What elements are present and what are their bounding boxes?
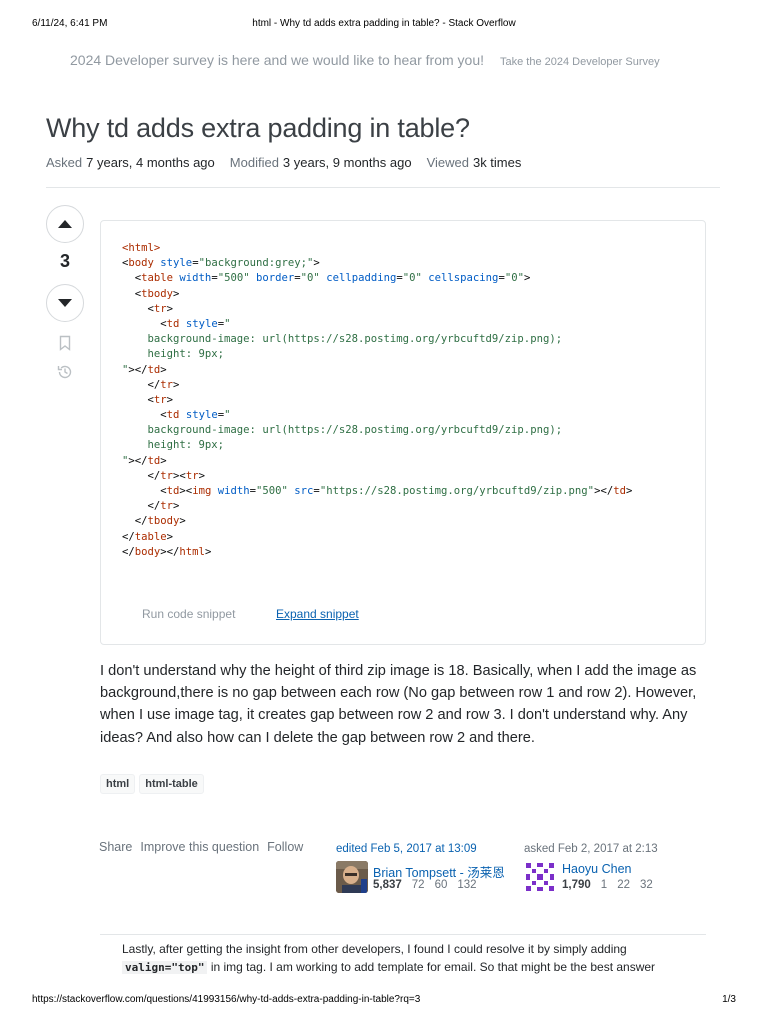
code-line: background-image: url(https://s28.postim…: [122, 333, 563, 346]
code-line: </tr>: [122, 378, 180, 391]
print-footer: https://stackoverflow.com/questions/4199…: [0, 994, 768, 1008]
silver-badge-count: 60: [434, 879, 448, 891]
asked-meta-value: 7 years, 4 months ago: [86, 155, 215, 170]
edited-timestamp-link[interactable]: edited Feb 5, 2017 at 13:09: [336, 843, 477, 855]
comment-code: valign="top": [122, 961, 208, 974]
asked-meta-label: Asked: [46, 155, 83, 170]
snippet-code: <html> <body style="background:grey;"> <…: [122, 241, 700, 560]
tag-list: html html-table: [100, 774, 208, 794]
downvote-button[interactable]: [46, 284, 84, 322]
asked-timestamp: asked Feb 2, 2017 at 2:13: [524, 843, 658, 855]
silver-badge-count: 22: [617, 879, 630, 891]
code-line: </table>: [122, 530, 174, 543]
improve-question-link[interactable]: Improve this question: [140, 840, 259, 854]
tag-html-table[interactable]: html-table: [139, 774, 204, 794]
asker-user-name[interactable]: Haoyu Chen: [562, 862, 632, 876]
code-line: <tr>: [122, 302, 174, 315]
bookmark-icon: [59, 335, 71, 351]
question-meta: Asked 7 years, 4 months ago Modified 3 y…: [46, 155, 536, 170]
code-line: <td style=": [122, 317, 231, 330]
bronze-badge-count: 132: [457, 879, 477, 891]
code-line: <td><img width="500" src="https://s28.po…: [122, 485, 633, 497]
viewed-meta-value: 3k times: [472, 155, 522, 170]
header-divider: [46, 187, 720, 188]
code-line: height: 9px;: [122, 348, 225, 361]
code-line: <html>: [122, 242, 161, 254]
code-line: <td style=": [122, 409, 231, 422]
code-line: <tr>: [122, 393, 174, 406]
identicon-icon: [524, 861, 556, 893]
gold-badge-count: 1: [600, 879, 608, 891]
comment-divider: [100, 934, 706, 935]
bookmark-button[interactable]: [56, 334, 74, 352]
comment-text-end: in img tag. I am working to add template…: [207, 960, 656, 974]
code-line: </tr><tr>: [122, 469, 205, 482]
timeline-button[interactable]: [56, 363, 74, 381]
share-link[interactable]: Share: [99, 840, 132, 854]
print-url: https://stackoverflow.com/questions/4199…: [32, 994, 421, 1005]
code-line: </tbody>: [122, 515, 186, 528]
arrow-up-icon: [58, 220, 72, 228]
print-header: 6/11/24, 6:41 PM html - Why td adds extr…: [0, 18, 768, 32]
upvote-button[interactable]: [46, 205, 84, 243]
editor-reputation: 5,837 72 60 132: [373, 879, 487, 891]
survey-banner: 2024 Developer survey is here and we wou…: [70, 52, 710, 72]
vote-count: 3: [59, 251, 70, 271]
survey-banner-link[interactable]: Take the 2024 Developer Survey: [500, 56, 660, 68]
code-line: </body></html>: [122, 545, 212, 558]
question-title[interactable]: Why td adds extra padding in table?: [46, 113, 470, 144]
avatar[interactable]: [524, 861, 556, 893]
history-icon: [57, 365, 72, 379]
print-page-number: 1/3: [722, 994, 736, 1005]
survey-banner-text: 2024 Developer survey is here and we wou…: [70, 52, 484, 68]
bronze-badge-count: 32: [639, 879, 653, 891]
gold-badge-count: 72: [411, 879, 425, 891]
run-code-snippet-button[interactable]: Run code snippet: [142, 607, 235, 621]
reputation-score: 5,837: [373, 879, 402, 891]
expand-snippet-link[interactable]: Expand snippet: [276, 607, 359, 621]
comment-text-start: Lastly, after getting the insight from o…: [122, 942, 627, 956]
viewed-meta-label: Viewed: [426, 155, 469, 170]
asker-reputation: 1,790 1 22 32: [562, 879, 663, 891]
modified-meta-value[interactable]: 3 years, 9 months ago: [283, 155, 412, 170]
code-line: "></td>: [122, 363, 167, 376]
reputation-score: 1,790: [562, 879, 591, 891]
comment: Lastly, after getting the insight from o…: [122, 940, 706, 977]
user-avatar-icon: [336, 861, 368, 893]
follow-button[interactable]: Follow: [267, 840, 303, 854]
print-page-title: html - Why td adds extra padding in tabl…: [252, 18, 516, 29]
tag-html[interactable]: html: [100, 774, 136, 794]
question-body: I don't understand why the height of thi…: [100, 663, 697, 746]
modified-meta-label: Modified: [229, 155, 279, 170]
code-line: "></td>: [122, 454, 167, 467]
avatar[interactable]: [336, 861, 368, 893]
post-menu: Share Improve this question Follow: [99, 840, 311, 854]
code-line: height: 9px;: [122, 439, 225, 452]
code-line: background-image: url(https://s28.postim…: [122, 424, 563, 437]
code-line: <body style="background:grey;">: [122, 257, 320, 270]
code-line: </tr>: [122, 500, 180, 513]
code-line: <tbody>: [122, 287, 180, 300]
arrow-down-icon: [58, 299, 72, 307]
code-line: <table width="500" border="0" cellpaddin…: [122, 272, 531, 285]
